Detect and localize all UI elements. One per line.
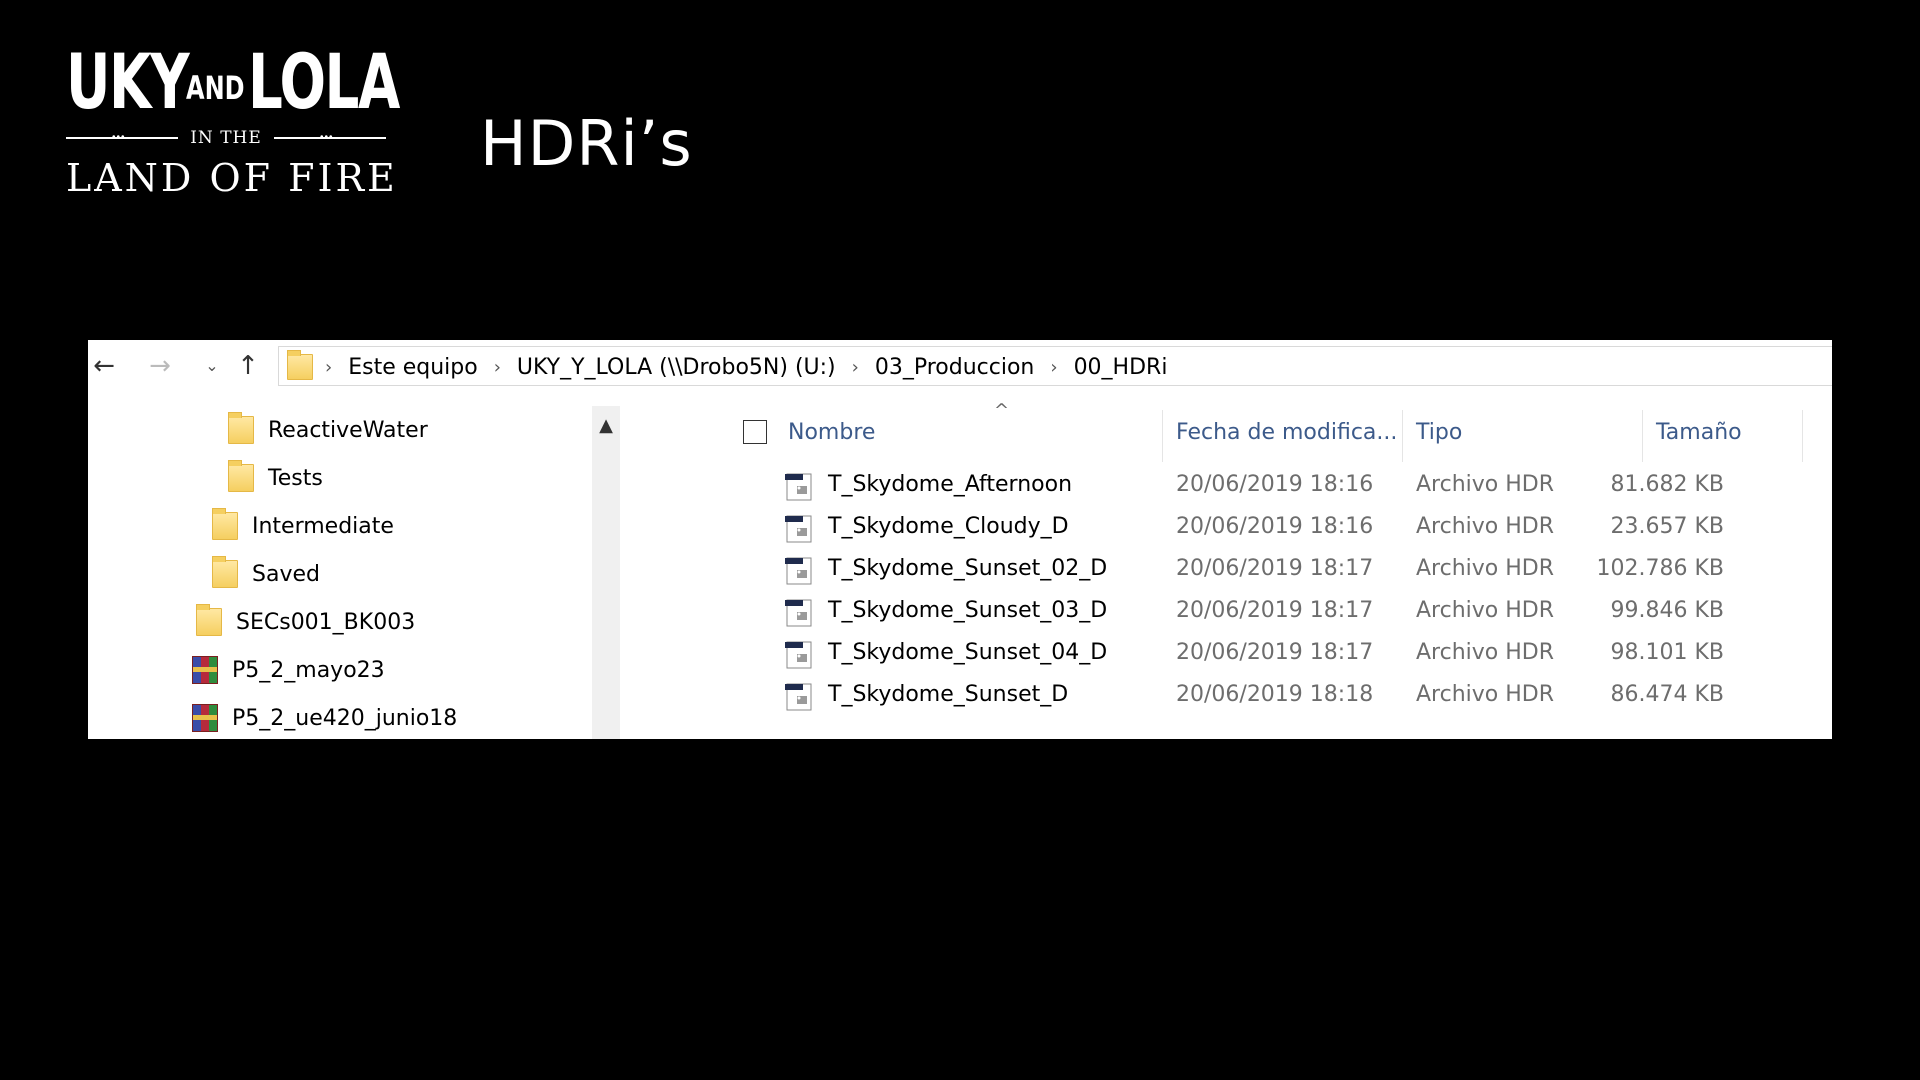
breadcrumb-item[interactable]: 03_Produccion (875, 355, 1035, 380)
folder-icon (212, 508, 238, 540)
file-size: 98.101 KB (1610, 640, 1725, 665)
navigation-pane-scrollbar[interactable]: ▲ (592, 406, 620, 739)
forward-arrow-icon[interactable]: → (146, 352, 174, 380)
breadcrumb-item[interactable]: 00_HDRi (1074, 355, 1168, 380)
hdr-file-icon (785, 599, 812, 627)
recent-locations-chevron-icon[interactable]: ⌄ (198, 352, 226, 380)
folder-icon (287, 350, 313, 380)
file-size: 99.846 KB (1610, 598, 1725, 623)
chevron-right-icon[interactable]: › (325, 357, 332, 378)
select-all-checkbox[interactable] (743, 420, 767, 444)
column-divider[interactable] (1642, 410, 1643, 462)
address-bar[interactable]: › Este equipo › UKY_Y_LOLA (\\Drobo5N) (… (278, 346, 1832, 386)
column-header-date[interactable]: Fecha de modifica... (1176, 408, 1397, 456)
file-size: 102.786 KB (1596, 556, 1725, 581)
tree-item-p5-2-mayo23[interactable]: P5_2_mayo23 (192, 650, 385, 690)
chevron-right-icon[interactable]: › (1050, 357, 1057, 378)
chevron-right-icon[interactable]: › (852, 357, 859, 378)
column-header-type[interactable]: Tipo (1416, 408, 1462, 456)
hdr-file-icon (785, 473, 812, 501)
folder-icon (196, 604, 222, 636)
tree-item-label: Intermediate (252, 513, 394, 539)
file-row[interactable]: T_Skydome_Sunset_02_D 20/06/2019 18:17 A… (632, 548, 1832, 590)
file-name: T_Skydome_Sunset_D (828, 682, 1069, 707)
rar-archive-icon (192, 704, 218, 732)
breadcrumb-item[interactable]: UKY_Y_LOLA (\\Drobo5N) (U:) (517, 355, 836, 380)
tree-item-intermediate[interactable]: Intermediate (212, 506, 394, 546)
up-arrow-icon[interactable]: ↑ (234, 352, 262, 380)
file-list: ^ Nombre Fecha de modifica... Tipo Tamañ… (632, 400, 1832, 739)
tree-item-secs001-bk003[interactable]: SECs001_BK003 (196, 602, 415, 642)
file-name: T_Skydome_Sunset_02_D (828, 556, 1108, 581)
file-size: 86.474 KB (1610, 682, 1725, 707)
folder-icon (228, 460, 254, 492)
file-size: 81.682 KB (1610, 472, 1725, 497)
tree-item-reactivewater[interactable]: ReactiveWater (228, 410, 428, 450)
logo-lola: LOLA (248, 37, 400, 126)
file-date: 20/06/2019 18:16 (1176, 472, 1374, 497)
file-name: T_Skydome_Afternoon (828, 472, 1073, 497)
tree-item-label: Tests (268, 465, 323, 491)
file-row[interactable]: T_Skydome_Sunset_04_D 20/06/2019 18:17 A… (632, 632, 1832, 674)
column-divider[interactable] (1402, 410, 1403, 462)
file-size: 23.657 KB (1610, 514, 1725, 539)
rar-archive-icon (192, 656, 218, 684)
file-row[interactable]: T_Skydome_Sunset_D 20/06/2019 18:18 Arch… (632, 674, 1832, 716)
file-name: T_Skydome_Cloudy_D (828, 514, 1069, 539)
logo-in-the-line: ••• IN THE ••• (66, 128, 386, 148)
hdr-file-icon (785, 683, 812, 711)
logo-rule-right: ••• (273, 133, 386, 143)
tree-item-label: P5_2_mayo23 (232, 657, 385, 683)
logo-title-line: UKY AND LOLA (66, 37, 400, 126)
file-type: Archivo HDR (1416, 598, 1555, 623)
logo-rule-left: ••• (66, 133, 178, 143)
file-type: Archivo HDR (1416, 472, 1555, 497)
logo-in-the: IN THE (190, 128, 262, 148)
file-row[interactable]: T_Skydome_Cloudy_D 20/06/2019 18:16 Arch… (632, 506, 1832, 548)
address-bar-row: ← → ⌄ ↑ › Este equipo › UKY_Y_LOLA (\\Dr… (88, 340, 1832, 392)
file-name: T_Skydome_Sunset_03_D (828, 598, 1108, 623)
tree-item-saved[interactable]: Saved (212, 554, 320, 594)
file-name: T_Skydome_Sunset_04_D (828, 640, 1108, 665)
hdr-file-icon (785, 515, 812, 543)
scroll-up-arrow-icon[interactable]: ▲ (592, 414, 620, 438)
column-divider[interactable] (1802, 410, 1803, 462)
file-date: 20/06/2019 18:17 (1176, 556, 1374, 581)
back-arrow-icon[interactable]: ← (90, 352, 118, 380)
column-header-size[interactable]: Tamaño (1656, 408, 1742, 456)
tree-item-p5-2-ue420-junio18[interactable]: P5_2_ue420_junio18 (192, 698, 457, 738)
file-date: 20/06/2019 18:17 (1176, 640, 1374, 665)
folder-icon (228, 412, 254, 444)
column-header-name[interactable]: Nombre (788, 408, 875, 456)
logo-and: AND (186, 69, 245, 107)
tree-item-label: ReactiveWater (268, 417, 428, 443)
file-type: Archivo HDR (1416, 640, 1555, 665)
chevron-right-icon[interactable]: › (494, 357, 501, 378)
file-date: 20/06/2019 18:17 (1176, 598, 1374, 623)
file-date: 20/06/2019 18:18 (1176, 682, 1374, 707)
logo-land-of-fire: LAND OF FIRE (66, 156, 398, 200)
sort-ascending-caret-icon: ^ (994, 400, 1010, 421)
tree-item-label: SECs001_BK003 (236, 609, 416, 635)
logo-uky: UKY (66, 37, 190, 126)
file-type: Archivo HDR (1416, 556, 1555, 581)
file-date: 20/06/2019 18:16 (1176, 514, 1374, 539)
file-explorer-window: ← → ⌄ ↑ › Este equipo › UKY_Y_LOLA (\\Dr… (88, 340, 1832, 739)
tree-item-tests[interactable]: Tests (228, 458, 323, 498)
tree-item-label: Saved (252, 561, 320, 587)
breadcrumb: › Este equipo › UKY_Y_LOLA (\\Drobo5N) (… (325, 347, 1167, 387)
hdr-file-icon (785, 557, 812, 585)
file-type: Archivo HDR (1416, 514, 1555, 539)
uky-and-lola-logo: UKY AND LOLA ••• IN THE ••• LAND OF FIRE (66, 37, 400, 200)
hdr-file-icon (785, 641, 812, 669)
slide-title: HDRi’s (480, 107, 693, 180)
column-divider[interactable] (1162, 410, 1163, 462)
folder-icon (212, 556, 238, 588)
file-type: Archivo HDR (1416, 682, 1555, 707)
tree-item-label: P5_2_ue420_junio18 (232, 705, 458, 731)
file-row[interactable]: T_Skydome_Afternoon 20/06/2019 18:16 Arc… (632, 464, 1832, 506)
file-row[interactable]: T_Skydome_Sunset_03_D 20/06/2019 18:17 A… (632, 590, 1832, 632)
navigation-pane: ReactiveWater Tests Intermediate Saved S… (88, 406, 592, 739)
breadcrumb-item[interactable]: Este equipo (348, 355, 478, 380)
